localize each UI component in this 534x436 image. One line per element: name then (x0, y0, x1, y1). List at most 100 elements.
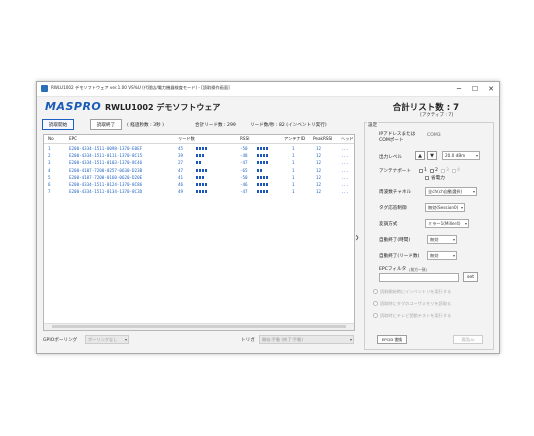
row-head: ... (341, 182, 349, 187)
trigger-select[interactable]: 開始:手動 (終了:手動) ▾ (259, 335, 354, 344)
read-bar (202, 154, 204, 158)
read-bar (199, 183, 201, 186)
auto-time-label: 自動終了(時間) (379, 238, 411, 243)
auto-reads-select[interactable]: 無効 ▾ (427, 251, 457, 260)
row-head: ... (341, 160, 349, 166)
table-row[interactable]: 1 E200-4334-1511-0098-1370-E0EF 45 -50 1 12..… (44, 145, 354, 152)
rssi-level-bars (257, 168, 262, 172)
auto-time-select[interactable]: 無効 ▾ (427, 235, 457, 244)
minimize-button[interactable]: ─ (451, 82, 467, 96)
rssi-bar (263, 175, 265, 179)
radio-tv-test[interactable] (373, 313, 378, 318)
row-no: 5 (48, 174, 51, 180)
epc-filter-label: EPCフィルタ (379, 267, 407, 272)
antenna-1-checkbox[interactable] (419, 169, 423, 173)
col-no[interactable]: No (48, 136, 54, 141)
rssi-bar (260, 175, 262, 179)
table-row[interactable]: 7 E200-4334-1511-0134-1370-8C3D 49 -47 1 12..… (44, 188, 354, 195)
read-bar (196, 183, 198, 186)
settings-panel: 設定 IPアドレスまたは COMポート COM3 出力レベル ▲ ▼ 20.0 … (364, 122, 494, 350)
rssi-level-bars (257, 154, 268, 158)
modulation-select[interactable]: ミラー1(Miller4) ▾ (425, 219, 469, 228)
read-level-bars (196, 168, 207, 172)
trigger-value: 開始:手動 (終了:手動) (262, 337, 303, 342)
start-read-button[interactable]: 読取開始 (42, 119, 74, 130)
row-peak-rssi: 12 (316, 146, 322, 151)
chevron-down-icon: ▾ (464, 221, 467, 226)
row-peak-rssi: 12 (316, 189, 322, 195)
chevron-down-icon: ▾ (124, 337, 127, 342)
col-reads[interactable]: リード数 (178, 136, 195, 142)
chevron-down-icon: ▾ (349, 337, 352, 342)
col-epc[interactable]: EPC (69, 136, 77, 141)
table-row[interactable]: 2 E200-4334-1511-0111-1370-8C15 39 -48 1 12..… (44, 152, 354, 159)
row-rssi: -48 (240, 153, 248, 159)
antenna-2-checkbox[interactable] (430, 169, 434, 173)
power-down-button[interactable]: ▼ (427, 151, 437, 160)
epc-write-button[interactable]: EPCID 書換 (377, 335, 407, 344)
panel-toggle-icon[interactable]: ❯ (355, 235, 359, 243)
chevron-down-icon: ▾ (472, 189, 475, 194)
row-antenna: 1 (292, 153, 295, 159)
read-bar (199, 154, 201, 158)
rssi-bar (263, 183, 265, 186)
row-epc: E200-4334-1511-0111-1370-8C15 (69, 153, 143, 159)
row-head: ... (341, 167, 349, 173)
col-peak-rssi[interactable]: PeakRSSI (313, 136, 332, 141)
radio-tv-test-label: 読取時にテレビ受動テストを実行する (380, 313, 452, 318)
power-save-label: 省電力 (431, 176, 445, 181)
table-row[interactable]: 6 E200-4334-1511-0124-1370-8C86 46 -46 1 12..… (44, 181, 354, 188)
rssi-bar (266, 190, 268, 194)
gpio-value: ポーリングなし (88, 337, 118, 342)
horizontal-scrollbar[interactable] (44, 323, 354, 330)
tag-table: No EPC リード数 RSSI アンテナID PeakRSSI ヘッド 1 E2… (43, 134, 355, 331)
app-header: MASPRO RWLU1002 デモソフトウェア 合計リスト数 : 7 [アクテ… (37, 97, 499, 119)
read-bar (202, 147, 204, 150)
tag-control-label: タグ応答制御 (379, 206, 407, 211)
channel-select[interactable]: 全ch(ch自動選択) ▾ (425, 187, 477, 196)
rssi-bar (257, 183, 259, 186)
row-epc: E200-4334-1511-0103-1370-8C46 (69, 160, 143, 166)
power-save-checkbox[interactable] (425, 176, 429, 180)
scroll-thumb[interactable] (52, 325, 346, 328)
read-bar (199, 190, 201, 194)
title-bar: RWLU1002 デモソフトウェア ver.1.00 VS%U (代理店/電力機… (37, 82, 499, 97)
power-select[interactable]: 20.0 dBm ▾ (442, 151, 480, 160)
col-rssi[interactable]: RSSI (240, 136, 249, 141)
settings-title: 設定 (367, 122, 379, 128)
read-bar (196, 168, 198, 172)
set-button[interactable]: set (463, 272, 478, 282)
antenna-4-checkbox[interactable] (452, 169, 456, 173)
rssi-bar (266, 183, 268, 186)
maximize-button[interactable]: ☐ (467, 82, 483, 96)
row-peak-rssi: 12 (316, 160, 322, 166)
table-row[interactable]: 5 E200-4107-7200-0160-0620-D20E 41 -50 1 12..… (44, 174, 354, 181)
col-head[interactable]: ヘッド (341, 136, 354, 142)
table-row[interactable]: 4 E200-4107-7200-0257-0630-D23B 47 -65 1 12..… (44, 167, 354, 174)
read-bar (196, 190, 198, 194)
antenna-3-checkbox[interactable] (441, 169, 445, 173)
close-button[interactable]: ✕ (483, 82, 499, 96)
epc-filter-input[interactable] (379, 273, 459, 282)
row-antenna: 1 (292, 167, 295, 173)
antenna-4-label: 4 (457, 168, 460, 173)
antenna-2-label: 2 (435, 168, 438, 173)
rssi-level-bars (257, 147, 268, 150)
rssi-bar (260, 161, 262, 165)
tag-control-select[interactable]: 無効(Session0) ▾ (425, 203, 465, 212)
row-rssi: -50 (240, 174, 248, 180)
power-up-button[interactable]: ▲ (415, 151, 425, 160)
row-head: ... (341, 189, 349, 195)
table-row[interactable]: 3 E200-4334-1511-0103-1370-8C46 27 -47 1 12..… (44, 159, 354, 166)
row-epc: E200-4334-1511-0098-1370-E0EF (69, 146, 143, 151)
col-antenna-id[interactable]: アンテナID (284, 136, 305, 142)
channel-label: 周波数チャネル (379, 190, 412, 195)
rssi-bar (266, 154, 268, 158)
radio-user-memory[interactable] (373, 301, 378, 306)
antenna-3-label: 3 (446, 168, 449, 173)
apply-button[interactable]: 適用(A) (453, 335, 483, 344)
gpio-select[interactable]: ポーリングなし ▾ (85, 335, 129, 344)
stop-read-button[interactable]: 読取終了 (90, 119, 122, 130)
radio-inventory[interactable] (373, 289, 378, 294)
rssi-bar (266, 175, 268, 179)
